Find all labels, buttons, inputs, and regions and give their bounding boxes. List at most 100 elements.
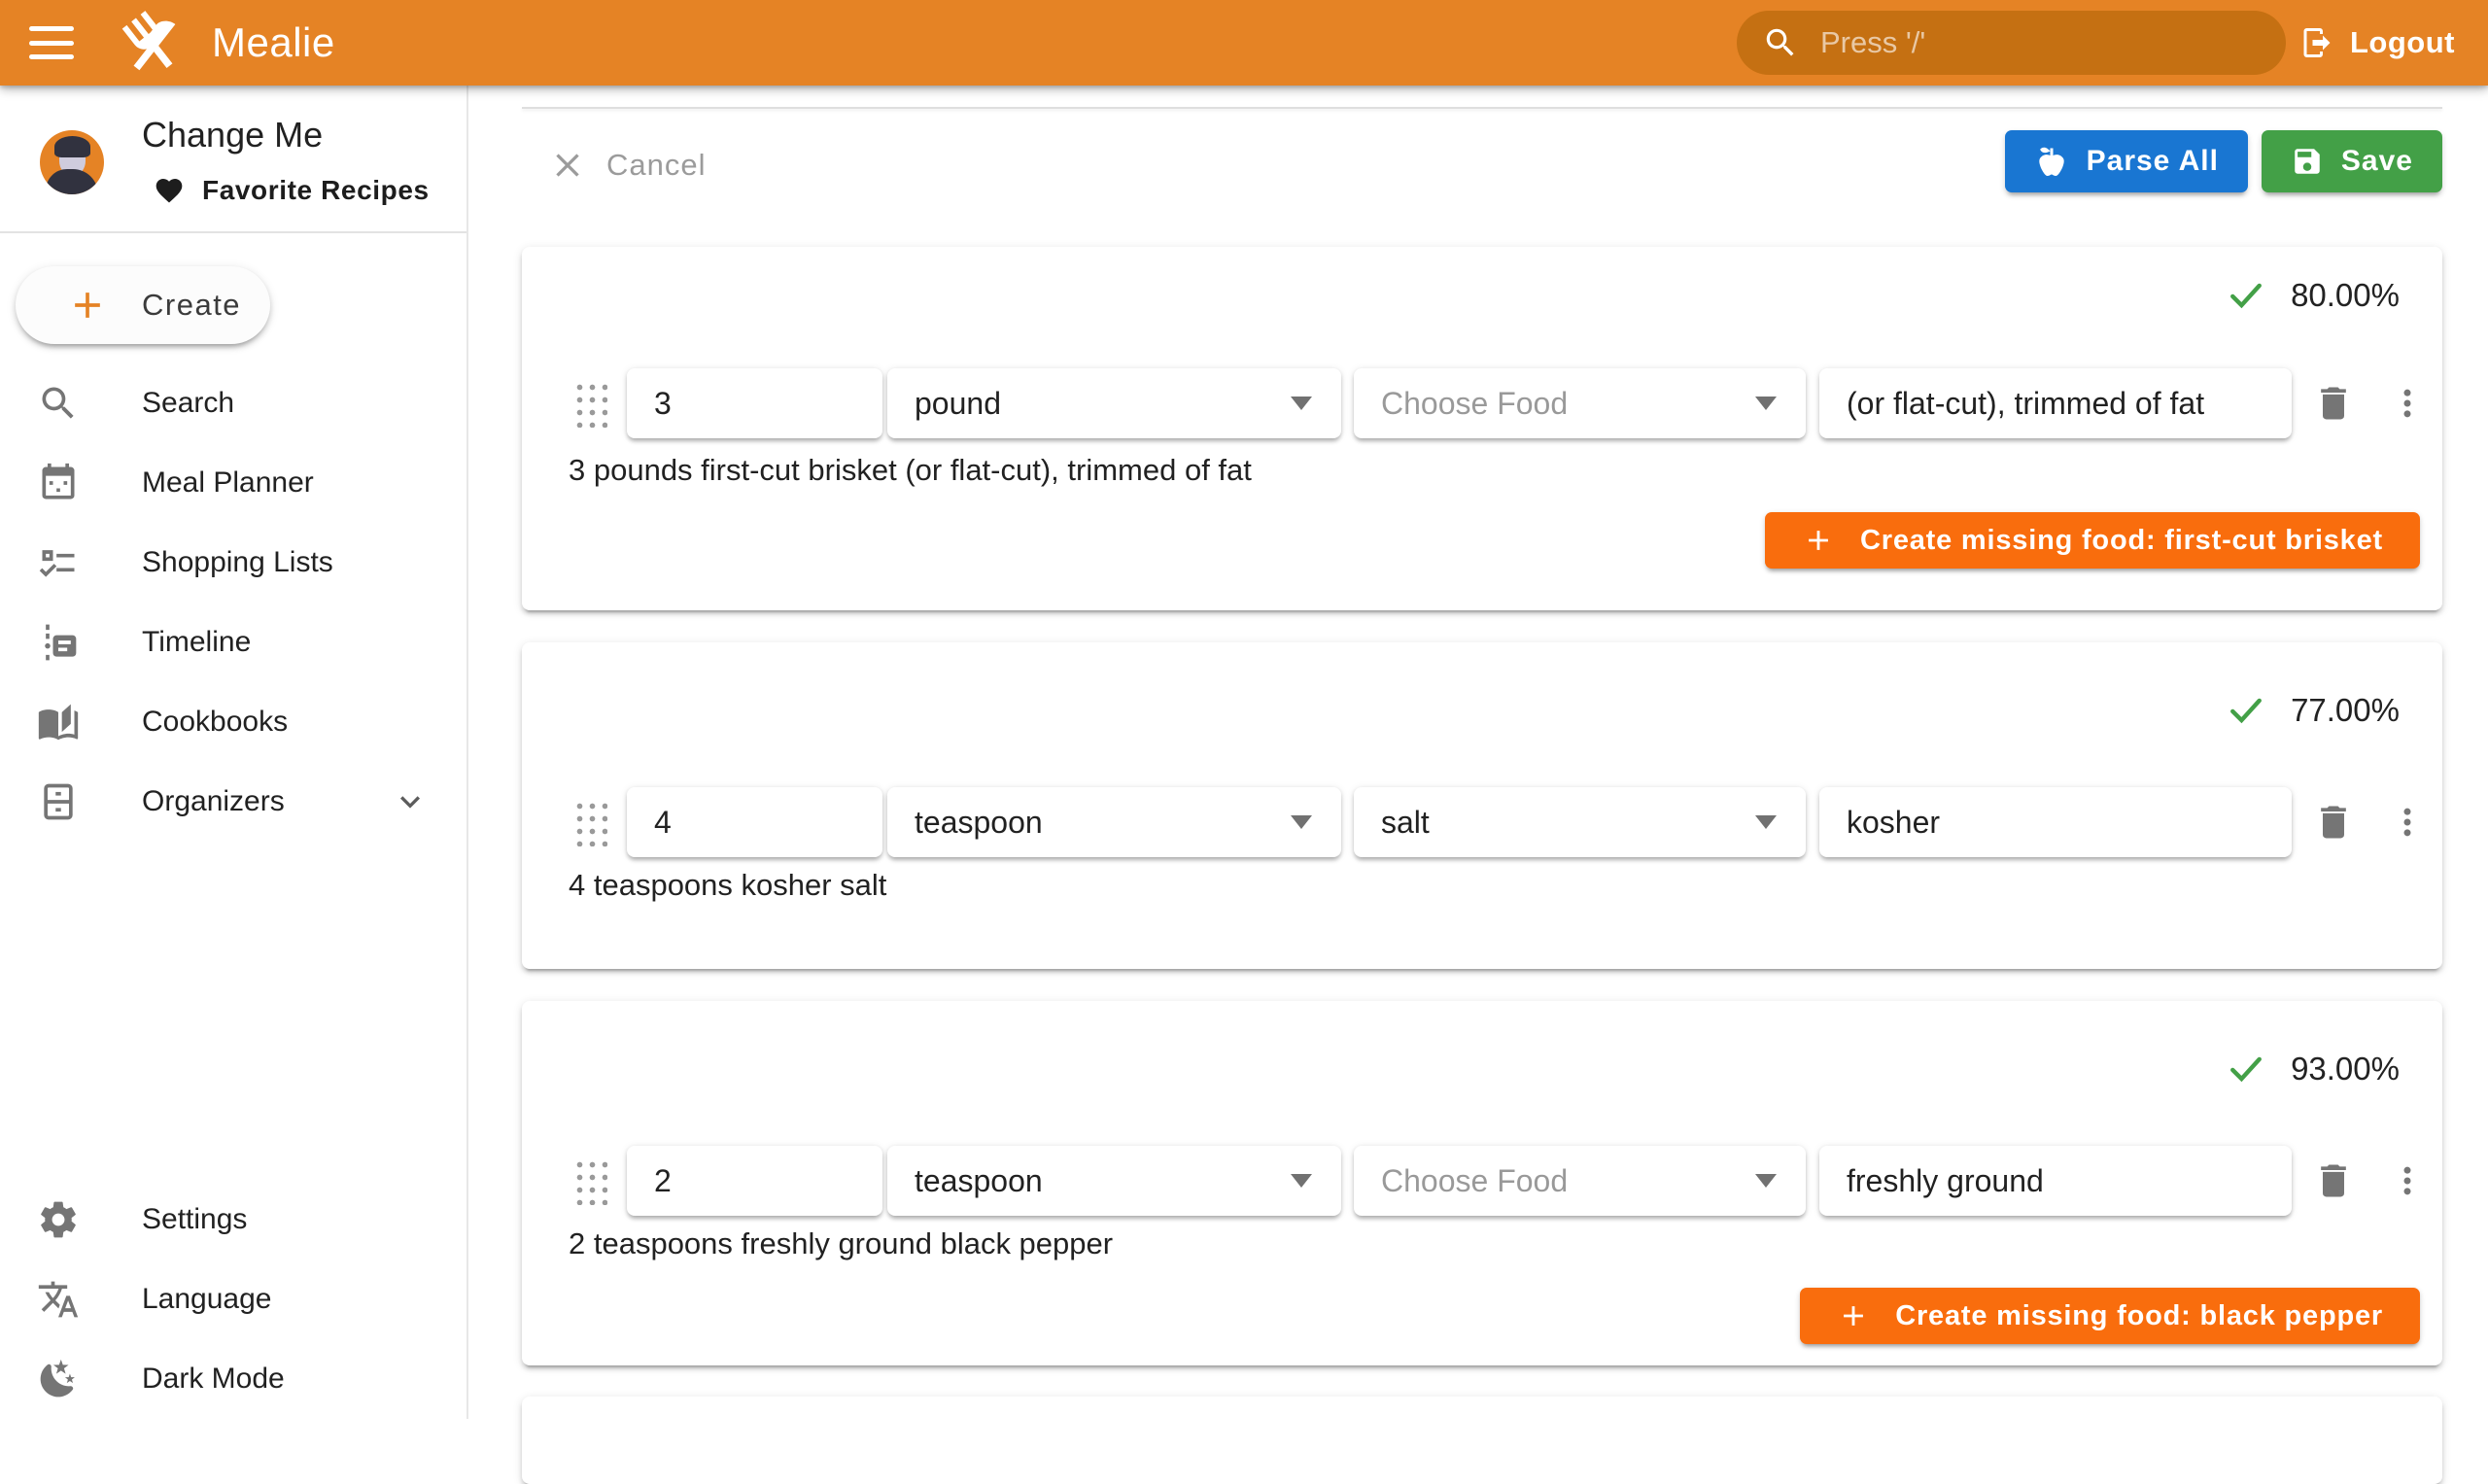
toolbar-actions: Parse All Save bbox=[2005, 130, 2442, 192]
confidence-value: 93.00% bbox=[2291, 1051, 2400, 1087]
sidebar-footer: Settings Language Dark Mode bbox=[0, 1180, 466, 1419]
delete-button[interactable] bbox=[2306, 1154, 2361, 1208]
sidebar-item-timeline[interactable]: Timeline bbox=[0, 603, 466, 682]
parse-confidence: 93.00% bbox=[2225, 1048, 2400, 1090]
unit-select[interactable]: teaspoon bbox=[887, 787, 1341, 857]
dropdown-arrow-icon bbox=[1291, 397, 1312, 410]
unit-select[interactable]: pound bbox=[887, 368, 1341, 438]
favorite-recipes-link[interactable]: Favorite Recipes bbox=[154, 175, 430, 206]
quantity-input[interactable] bbox=[627, 1146, 882, 1216]
plus-icon bbox=[1837, 1299, 1870, 1332]
sidebar-item-search[interactable]: Search bbox=[0, 363, 466, 443]
translate-icon bbox=[37, 1278, 80, 1321]
drag-handle-icon[interactable] bbox=[572, 1156, 607, 1205]
app-title: Mealie bbox=[212, 19, 335, 66]
ingredient-card: 93.00% teaspoon Choose Food 2 teaspoons … bbox=[522, 1001, 2442, 1365]
sidebar-item-organizers[interactable]: Organizers bbox=[0, 762, 466, 842]
more-options-button[interactable] bbox=[2380, 795, 2435, 849]
create-missing-food-button[interactable]: Create missing food: first-cut brisket bbox=[1765, 512, 2420, 569]
create-button[interactable]: Create bbox=[16, 266, 270, 344]
favorite-recipes-label: Favorite Recipes bbox=[202, 175, 430, 206]
dropdown-arrow-icon bbox=[1291, 1174, 1312, 1188]
check-icon bbox=[2225, 274, 2267, 317]
dropdown-arrow-icon bbox=[1291, 815, 1312, 829]
parse-confidence: 80.00% bbox=[2225, 274, 2400, 317]
organizers-icon bbox=[37, 780, 80, 823]
kebab-menu-icon bbox=[2388, 384, 2427, 423]
delete-button[interactable] bbox=[2306, 795, 2361, 849]
search-icon bbox=[37, 382, 80, 425]
ingredient-card: 80.00% pound Choose Food 3 pounds first-… bbox=[522, 247, 2442, 610]
sidebar-item-shopping-lists[interactable]: Shopping Lists bbox=[0, 523, 466, 603]
ingredient-row: teaspoon Choose Food bbox=[522, 1146, 2442, 1216]
dropdown-arrow-icon bbox=[1755, 1174, 1777, 1188]
book-open-icon bbox=[37, 701, 80, 743]
quantity-input[interactable] bbox=[627, 787, 882, 857]
sidebar-item-cookbooks[interactable]: Cookbooks bbox=[0, 682, 466, 762]
original-ingredient-text: 3 pounds first-cut brisket (or flat-cut)… bbox=[569, 453, 1252, 488]
moon-stars-icon bbox=[37, 1358, 80, 1400]
logout-icon bbox=[2299, 25, 2334, 60]
checklist-icon bbox=[37, 541, 80, 584]
sidebar-item-language[interactable]: Language bbox=[0, 1260, 466, 1339]
heart-icon bbox=[154, 175, 185, 206]
logout-button[interactable]: Logout bbox=[2294, 0, 2461, 86]
food-select[interactable]: Choose Food bbox=[1354, 1146, 1806, 1216]
food-select[interactable]: Choose Food bbox=[1354, 368, 1806, 438]
sidebar-item-dark-mode[interactable]: Dark Mode bbox=[0, 1339, 466, 1419]
calendar-icon bbox=[37, 462, 80, 504]
note-input[interactable] bbox=[1819, 368, 2292, 438]
app-bar: Mealie Press '/' Logout bbox=[0, 0, 2488, 86]
drag-handle-icon[interactable] bbox=[572, 798, 607, 846]
sidebar-item-settings[interactable]: Settings bbox=[0, 1180, 466, 1260]
unit-select[interactable]: teaspoon bbox=[887, 1146, 1341, 1216]
main-content: Cancel Parse All Save 80.00% pound Choos… bbox=[470, 86, 2488, 1419]
confidence-value: 80.00% bbox=[2291, 277, 2400, 314]
user-name: Change Me bbox=[142, 115, 323, 155]
sidebar-nav: Search Meal Planner Shopping Lists Timel… bbox=[0, 363, 466, 842]
timeline-icon bbox=[37, 621, 80, 664]
user-block[interactable]: Change Me Favorite Recipes bbox=[0, 86, 466, 231]
ingredient-card: 77.00% teaspoon salt 4 teaspoons kosher … bbox=[522, 642, 2442, 969]
apple-icon bbox=[2034, 144, 2069, 179]
kebab-menu-icon bbox=[2388, 803, 2427, 842]
mealie-logo-icon bbox=[117, 8, 187, 78]
trash-icon bbox=[2312, 382, 2355, 425]
save-icon bbox=[2291, 145, 2324, 178]
sidebar-item-meal-planner[interactable]: Meal Planner bbox=[0, 443, 466, 523]
chevron-down-icon bbox=[391, 782, 430, 821]
trash-icon bbox=[2312, 1159, 2355, 1202]
logout-label: Logout bbox=[2350, 25, 2455, 60]
search-input[interactable]: Press '/' bbox=[1737, 11, 2286, 75]
plus-icon bbox=[66, 284, 109, 327]
menu-icon[interactable] bbox=[29, 26, 74, 59]
more-options-button[interactable] bbox=[2380, 1154, 2435, 1208]
dropdown-arrow-icon bbox=[1755, 397, 1777, 410]
original-ingredient-text: 2 teaspoons freshly ground black pepper bbox=[569, 1226, 1113, 1261]
search-icon bbox=[1762, 24, 1799, 61]
quantity-input[interactable] bbox=[627, 368, 882, 438]
kebab-menu-icon bbox=[2388, 1161, 2427, 1200]
create-button-label: Create bbox=[142, 288, 241, 323]
drag-handle-icon[interactable] bbox=[572, 379, 607, 428]
delete-button[interactable] bbox=[2306, 376, 2361, 431]
note-input[interactable] bbox=[1819, 1146, 2292, 1216]
save-button[interactable]: Save bbox=[2262, 130, 2442, 192]
divider bbox=[522, 107, 2442, 109]
parse-confidence: 77.00% bbox=[2225, 689, 2400, 732]
sidebar: Change Me Favorite Recipes Create Search… bbox=[0, 86, 468, 1419]
more-options-button[interactable] bbox=[2380, 376, 2435, 431]
ingredient-card bbox=[522, 1397, 2442, 1484]
check-icon bbox=[2225, 689, 2267, 732]
close-icon bbox=[550, 148, 585, 183]
food-select[interactable]: salt bbox=[1354, 787, 1806, 857]
create-missing-food-button[interactable]: Create missing food: black pepper bbox=[1800, 1288, 2420, 1344]
confidence-value: 77.00% bbox=[2291, 692, 2400, 729]
avatar bbox=[40, 130, 104, 194]
gear-icon bbox=[37, 1198, 80, 1241]
plus-icon bbox=[1802, 524, 1835, 557]
dropdown-arrow-icon bbox=[1755, 815, 1777, 829]
note-input[interactable] bbox=[1819, 787, 2292, 857]
cancel-button[interactable]: Cancel bbox=[542, 134, 714, 196]
parse-all-button[interactable]: Parse All bbox=[2005, 130, 2248, 192]
